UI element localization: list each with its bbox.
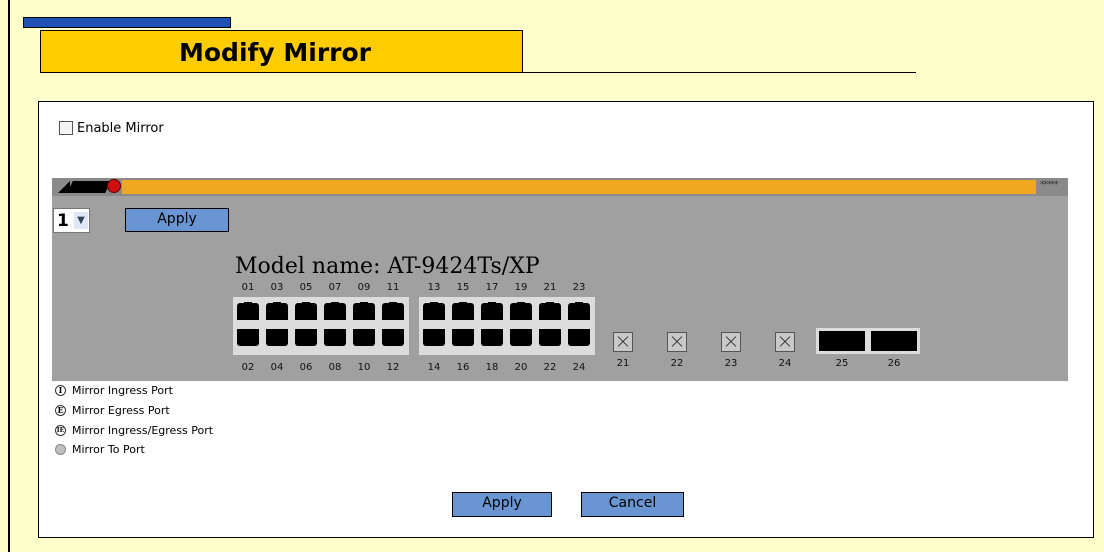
- port-number-label: 23: [572, 282, 586, 293]
- sfp-port-26[interactable]: [868, 328, 920, 354]
- port-number-label: 21: [543, 282, 557, 293]
- title-box: Modify Mirror: [40, 30, 523, 73]
- port-number-label: 08: [328, 362, 342, 373]
- model-name: Model name: AT-9424Ts/XP: [235, 254, 540, 279]
- port-04[interactable]: [266, 329, 288, 346]
- port-number-label: 07: [328, 282, 342, 293]
- unit-apply-button[interactable]: Apply: [125, 208, 229, 232]
- port-06[interactable]: [295, 329, 317, 346]
- port-11[interactable]: [382, 302, 404, 320]
- port-number-label: 24: [778, 358, 792, 369]
- port-number-label: 22: [543, 362, 557, 373]
- port-number-label: 09: [357, 282, 371, 293]
- port-number-label: 17: [485, 282, 499, 293]
- port-05[interactable]: [295, 302, 317, 320]
- port-number-label: 06: [299, 362, 313, 373]
- port-09[interactable]: [353, 302, 375, 320]
- port-number-label: 16: [456, 362, 470, 373]
- enable-mirror-label[interactable]: Enable Mirror: [77, 121, 164, 136]
- gbic-port-24[interactable]: [775, 332, 795, 352]
- port-number-label: 20: [514, 362, 528, 373]
- faceplate-topbar: *****: [52, 178, 1068, 196]
- port-number-label: 03: [270, 282, 284, 293]
- port-number-label: 11: [386, 282, 400, 293]
- legend-ingress-label: Mirror Ingress Port: [72, 383, 173, 397]
- port-number-label: 23: [724, 358, 738, 369]
- to-port-icon: [55, 443, 66, 455]
- port-20[interactable]: [510, 329, 532, 346]
- page-title: Modify Mirror: [179, 38, 372, 67]
- gbic-port-21[interactable]: [613, 332, 633, 352]
- port-15[interactable]: [452, 302, 474, 320]
- port-number-label: 04: [270, 362, 284, 373]
- faceplate-orange-stripe: [122, 180, 1036, 194]
- sfp-port-25[interactable]: [816, 328, 868, 354]
- legend-to-port-label: Mirror To Port: [72, 442, 145, 456]
- port-17[interactable]: [481, 302, 503, 320]
- title-tab-accent: [23, 17, 231, 28]
- port-number-label: 15: [456, 282, 470, 293]
- port-24[interactable]: [568, 329, 590, 346]
- port-number-label: 25: [835, 358, 849, 369]
- legend-egress-label: Mirror Egress Port: [72, 403, 170, 417]
- egress-icon: E: [55, 404, 66, 416]
- legend-ingress-egress: IE Mirror Ingress/Egress Port: [55, 423, 213, 437]
- legend-to-port: Mirror To Port: [55, 442, 145, 456]
- faceplate-stars: *****: [1040, 180, 1058, 190]
- port-21[interactable]: [539, 302, 561, 320]
- frame-left-border: [8, 0, 10, 552]
- port-22[interactable]: [539, 329, 561, 346]
- enable-mirror-row[interactable]: Enable Mirror: [59, 119, 164, 137]
- port-number-label: 10: [357, 362, 371, 373]
- port-number-label: 14: [427, 362, 441, 373]
- port-number-label: 12: [386, 362, 400, 373]
- port-18[interactable]: [481, 329, 503, 346]
- unit-select-value: 1: [57, 211, 69, 231]
- port-number-label: 21: [616, 358, 630, 369]
- port-10[interactable]: [353, 329, 375, 346]
- apply-button[interactable]: Apply: [452, 492, 552, 517]
- port-13[interactable]: [423, 302, 445, 320]
- port-02[interactable]: [237, 329, 259, 346]
- port-number-label: 22: [670, 358, 684, 369]
- port-01[interactable]: [237, 302, 259, 320]
- port-number-label: 05: [299, 282, 313, 293]
- chevron-down-icon[interactable]: ▼: [74, 212, 88, 229]
- port-number-label: 19: [514, 282, 528, 293]
- gbic-port-22[interactable]: [667, 332, 687, 352]
- switch-faceplate: ***** 1 ▼ Apply Model name: AT-9424Ts/XP…: [52, 178, 1068, 381]
- gbic-port-23[interactable]: [721, 332, 741, 352]
- ingress-icon: I: [55, 384, 66, 396]
- port-number-label: 13: [427, 282, 441, 293]
- port-number-label: 24: [572, 362, 586, 373]
- port-number-label: 26: [887, 358, 901, 369]
- port-07[interactable]: [324, 302, 346, 320]
- port-number-label: 18: [485, 362, 499, 373]
- legend-ingress-egress-label: Mirror Ingress/Egress Port: [72, 423, 214, 437]
- port-number-label: 02: [241, 362, 255, 373]
- port-23[interactable]: [568, 302, 590, 320]
- title-underline: [523, 72, 916, 73]
- legend-ingress: I Mirror Ingress Port: [55, 383, 173, 397]
- port-19[interactable]: [510, 302, 532, 320]
- unit-select[interactable]: 1 ▼: [53, 208, 90, 233]
- logo-dot-icon: [107, 179, 121, 193]
- port-08[interactable]: [324, 329, 346, 346]
- port-number-label: 01: [241, 282, 255, 293]
- enable-mirror-checkbox[interactable]: [59, 121, 73, 135]
- ingress-egress-icon: IE: [55, 424, 66, 436]
- cancel-button[interactable]: Cancel: [581, 492, 684, 517]
- port-16[interactable]: [452, 329, 474, 346]
- port-03[interactable]: [266, 302, 288, 320]
- port-12[interactable]: [382, 329, 404, 346]
- legend-egress: E Mirror Egress Port: [55, 403, 170, 417]
- port-14[interactable]: [423, 329, 445, 346]
- logo-bar: [67, 181, 111, 193]
